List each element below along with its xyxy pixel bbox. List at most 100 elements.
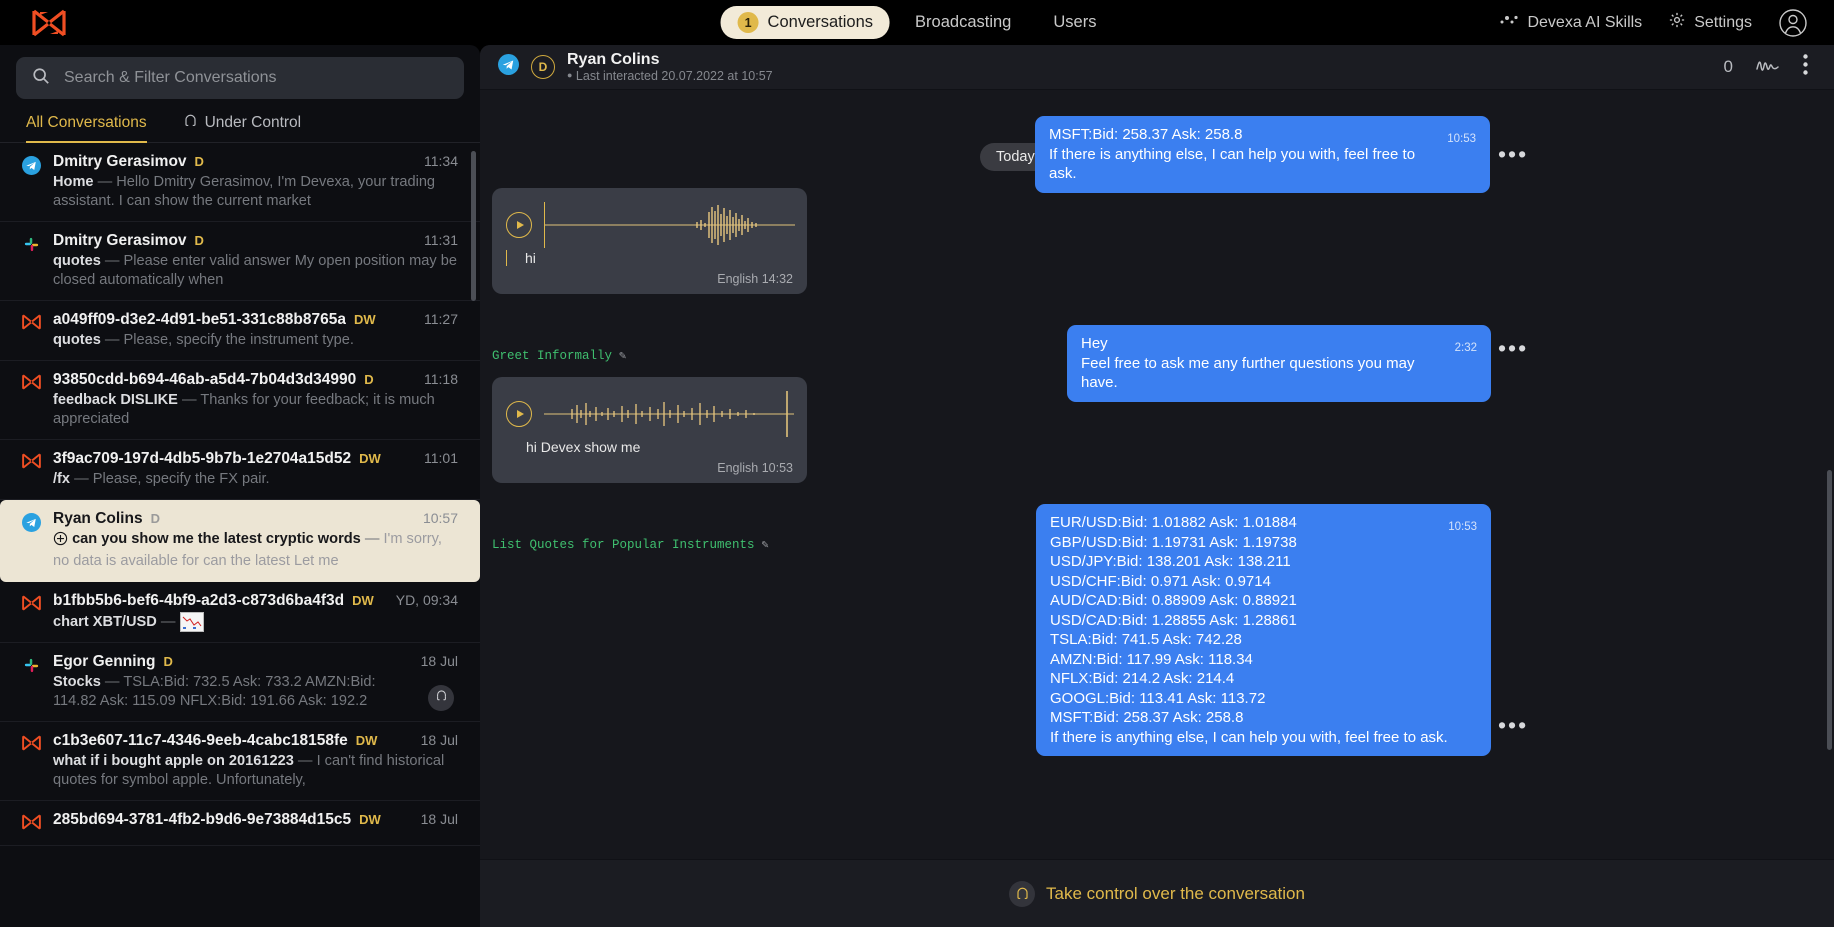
message-bubble[interactable]: 10:53 EUR/USD:Bid: 1.01882 Ask: 1.01884 … (1036, 504, 1491, 756)
conversations-sidebar: Search & Filter Conversations All Conver… (0, 45, 480, 927)
list-item-name: Egor Genning (53, 653, 156, 670)
kebab-menu-icon[interactable] (1803, 54, 1808, 80)
slack-icon (22, 232, 41, 290)
user-avatar-icon[interactable] (1778, 8, 1808, 38)
waveform[interactable] (544, 391, 794, 437)
pencil-icon[interactable]: ✎ (619, 348, 626, 363)
intent-label-container[interactable]: Greet Informally ✎ (492, 348, 626, 364)
tab-conversations-label: Conversations (767, 13, 874, 31)
message-text: EUR/USD:Bid: 1.01882 Ask: 1.01884 GBP/US… (1050, 514, 1448, 746)
take-control-button[interactable]: Take control over the conversation (480, 859, 1834, 927)
list-item[interactable]: Dmitry Gerasimov D 11:31 quotes — Please… (0, 222, 480, 301)
headset-icon (183, 113, 198, 133)
tab-broadcasting-label: Broadcasting (915, 13, 1012, 31)
list-item-tag: DW (355, 733, 378, 748)
headset-icon (1009, 880, 1036, 907)
list-item-name: b1fbb5b6-bef6-4bf9-a2d3-c873d6ba4f3d (53, 592, 345, 609)
list-item-time: 11:01 (424, 450, 458, 466)
list-item-name: c1b3e607-11c7-4346-9eeb-4cabc18158fe (53, 732, 348, 749)
signature-icon[interactable] (1755, 57, 1781, 78)
list-item[interactable]: Egor Genning D 18 Jul Stocks — TSLA:Bid:… (0, 643, 480, 722)
list-item-time: 11:27 (424, 311, 458, 327)
list-item-selected[interactable]: Ryan Colins D 10:57 can you show me the … (0, 500, 480, 582)
waveform[interactable] (544, 202, 795, 248)
sidebar-tab-all-conversations-label: All Conversations (26, 114, 147, 131)
chat-pane: D Ryan Colins ● Last interacted 20.07.20… (480, 45, 1834, 927)
message-actions-icon[interactable]: ••• (1498, 143, 1528, 166)
settings-label: Settings (1694, 13, 1752, 31)
devexa-icon (22, 732, 41, 790)
list-item[interactable]: c1b3e607-11c7-4346-9eeb-4cabc18158fe DW … (0, 722, 480, 801)
list-item-tag: D (194, 154, 204, 169)
list-item-snippet: Please, specify the instrument type. (123, 332, 354, 348)
intent-label-container[interactable]: List Quotes for Popular Instruments ✎ (492, 537, 769, 553)
message-text: MSFT:Bid: 258.37 Ask: 258.8 If there is … (1049, 126, 1416, 182)
list-item-time: YD, 09:34 (395, 592, 458, 608)
message-time: 10:53 (1448, 521, 1477, 533)
list-item-name: 3f9ac709-197d-4db5-9b7b-1e2704a15d52 (53, 450, 352, 467)
chat-header: D Ryan Colins ● Last interacted 20.07.20… (480, 45, 1834, 90)
tab-users[interactable]: Users (1036, 7, 1113, 38)
list-item[interactable]: Dmitry Gerasimov D 11:34 Home — Hello Dm… (0, 143, 480, 222)
message-actions-icon[interactable]: ••• (1498, 714, 1528, 737)
devexa-icon (22, 371, 41, 429)
play-button[interactable] (506, 401, 532, 427)
message-list[interactable]: Today 10:53 MSFT:Bid: 258.37 Ask: 258.8 … (480, 90, 1834, 859)
sidebar-tab-under-control[interactable]: Under Control (183, 113, 302, 142)
tab-conversations[interactable]: 1 Conversations (720, 6, 891, 39)
search-placeholder: Search & Filter Conversations (64, 69, 277, 86)
list-item-tag: DW (352, 593, 374, 608)
messages-scrollbar[interactable] (1827, 470, 1832, 750)
intent-label: Greet Informally (492, 348, 613, 363)
list-item-tag: DW (359, 451, 381, 466)
audio-meta: English 14:32 (506, 272, 793, 286)
list-item-tag: D (163, 654, 173, 669)
gear-icon (1668, 11, 1686, 34)
message-bubble[interactable]: 2:32 Hey Feel free to ask me any further… (1067, 325, 1491, 402)
list-item-time: 18 Jul (420, 653, 458, 669)
devexa-logo-icon[interactable] (32, 9, 66, 37)
telegram-icon (22, 510, 41, 571)
list-item-snippet: Please, specify the FX pair. (92, 471, 270, 487)
under-control-badge[interactable] (428, 685, 454, 711)
list-item-tag: DW (359, 812, 381, 827)
list-item[interactable]: 93850cdd-b694-46ab-a5d4-7b04d3d34990 D 1… (0, 361, 480, 440)
audio-time: 10:53 (761, 461, 793, 475)
top-navigation-bar: 1 Conversations Broadcasting Users Devex… (0, 0, 1834, 45)
list-item[interactable]: 285bd694-3781-4fb2-b9d6-9e73884d15c5 DW … (0, 801, 480, 846)
list-item-tag: DW (353, 312, 376, 327)
audio-message[interactable]: hi English 14:32 (492, 188, 807, 294)
message-time: 2:32 (1454, 342, 1477, 354)
sidebar-tab-under-control-label: Under Control (204, 114, 302, 131)
search-input[interactable]: Search & Filter Conversations (16, 57, 464, 99)
message-bubble[interactable]: 10:53 MSFT:Bid: 258.37 Ask: 258.8 If the… (1035, 116, 1490, 193)
list-item-name: Dmitry Gerasimov (53, 153, 187, 170)
conversation-list[interactable]: Dmitry Gerasimov D 11:34 Home — Hello Dm… (0, 143, 480, 927)
sidebar-tab-all-conversations[interactable]: All Conversations (26, 113, 147, 143)
list-item-name: 285bd694-3781-4fb2-b9d6-9e73884d15c5 (53, 811, 352, 828)
play-button[interactable] (506, 212, 532, 238)
sidebar-scrollbar[interactable] (471, 151, 476, 301)
chart-thumbnail-icon[interactable] (179, 612, 204, 632)
list-item-intent: Stocks (53, 674, 101, 690)
list-item-name: 93850cdd-b694-46ab-a5d4-7b04d3d34990 (53, 371, 357, 388)
telegram-icon (498, 54, 519, 80)
audio-transcript: hi (506, 250, 793, 266)
settings-button[interactable]: Settings (1668, 11, 1752, 34)
app-root: 1 Conversations Broadcasting Users Devex… (0, 0, 1834, 927)
pencil-icon[interactable]: ✎ (762, 537, 769, 552)
list-item-tag: D (150, 511, 160, 526)
list-item-intent: feedback DISLIKE (53, 392, 178, 408)
devexa-ai-skills-button[interactable]: Devexa AI Skills (1499, 13, 1642, 32)
tab-broadcasting[interactable]: Broadcasting (898, 7, 1028, 38)
audio-language: English (717, 272, 759, 286)
circled-plus-icon (53, 531, 68, 552)
top-right-actions: Devexa AI Skills Settings (1499, 8, 1834, 38)
list-item-name: a049ff09-d3e2-4d91-be51-331c88b8765a (53, 311, 346, 328)
list-item[interactable]: b1fbb5b6-bef6-4bf9-a2d3-c873d6ba4f3d DW … (0, 582, 480, 643)
list-item[interactable]: a049ff09-d3e2-4d91-be51-331c88b8765a DW … (0, 301, 480, 361)
message-actions-icon[interactable]: ••• (1498, 337, 1528, 360)
list-item[interactable]: 3f9ac709-197d-4db5-9b7b-1e2704a15d52 DW … (0, 440, 480, 500)
list-item-intent: quotes (53, 253, 101, 269)
audio-message[interactable]: hi Devex show me English 10:53 (492, 377, 807, 483)
